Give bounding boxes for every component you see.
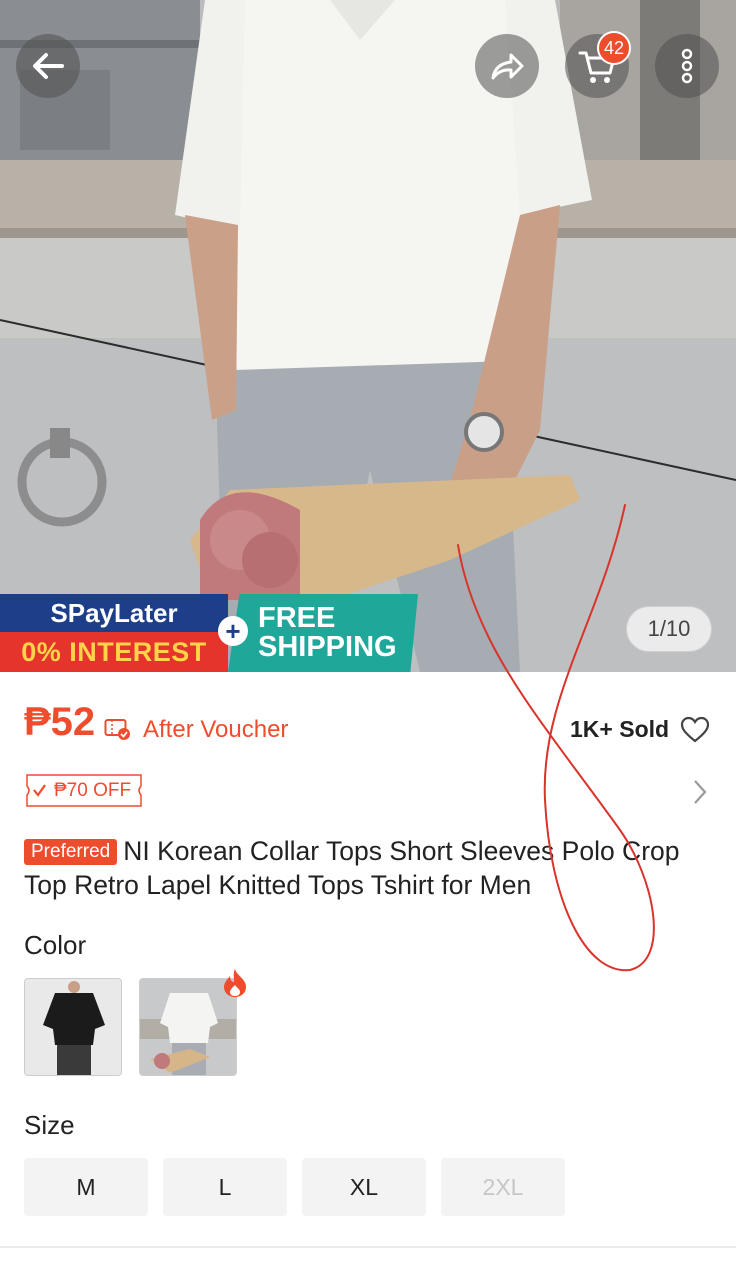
after-voucher-label: After Voucher: [143, 716, 289, 743]
promo-banner: SPayLater 0% INTEREST FREE SHIPPING +: [0, 594, 418, 672]
voucher-icon: [104, 719, 130, 740]
arrow-left-icon: [33, 53, 64, 79]
heart-icon[interactable]: [680, 716, 710, 744]
size-option-l[interactable]: L: [163, 1158, 287, 1216]
product-image-gallery[interactable]: [0, 0, 736, 672]
product-price: ₱52: [24, 700, 96, 744]
back-button[interactable]: [16, 34, 80, 98]
free-shipping-label: FREE SHIPPING: [228, 594, 418, 672]
chevron-right-icon[interactable]: [691, 778, 709, 806]
more-vertical-icon: [681, 48, 693, 84]
size-option-m[interactable]: M: [24, 1158, 148, 1216]
plus-icon: +: [218, 616, 248, 646]
preferred-badge: Preferred: [24, 839, 118, 865]
share-button[interactable]: [475, 34, 539, 98]
free-text: FREE: [258, 602, 336, 634]
product-title-text: NI Korean Collar Tops Short Sleeves Polo…: [24, 836, 680, 900]
sold-count: 1K+ Sold: [570, 716, 670, 742]
size-section-label: Size: [24, 1110, 75, 1140]
more-options-button[interactable]: [655, 34, 719, 98]
hot-flame-icon: [224, 969, 246, 997]
image-counter: 1/10: [626, 606, 712, 652]
discount-tag-text: ₱70 OFF: [54, 779, 132, 801]
size-option-2xl: 2XL: [441, 1158, 565, 1216]
spaylater-label: SPayLater: [0, 594, 228, 632]
zero-interest-label: 0% INTEREST: [0, 632, 228, 672]
black-shirt-thumbnail: [25, 979, 121, 1075]
size-option-xl[interactable]: XL: [302, 1158, 426, 1216]
shipping-text: SHIPPING: [258, 631, 397, 663]
discount-voucher-tag[interactable]: ₱70 OFF: [26, 774, 142, 807]
share-icon: [491, 53, 524, 80]
section-divider: [0, 1246, 736, 1248]
color-section-label: Color: [24, 930, 87, 960]
cart-count-badge: 42: [597, 31, 632, 65]
product-photo: [0, 0, 736, 672]
color-option-black[interactable]: [24, 978, 122, 1076]
product-title: Preferred NI Korean Collar Tops Short Sle…: [24, 834, 704, 902]
